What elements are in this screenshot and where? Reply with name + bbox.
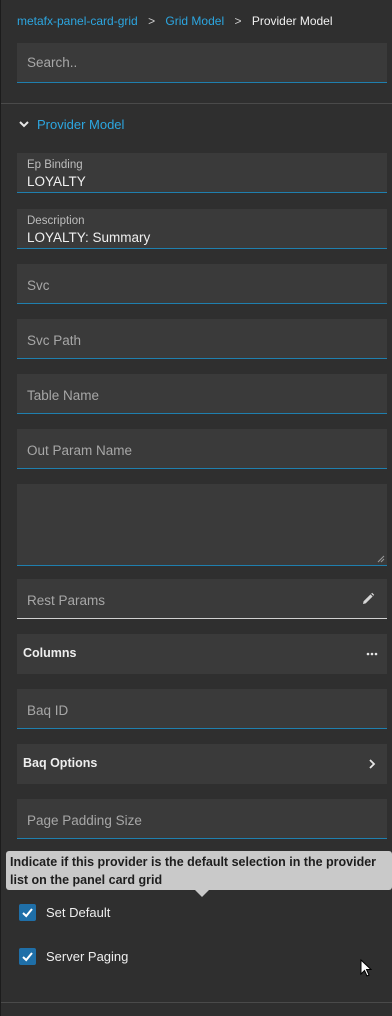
section-title: Provider Model	[37, 116, 125, 132]
breadcrumb-current: Provider Model	[251, 14, 333, 28]
svc-field	[17, 264, 387, 304]
out-param-name-field	[17, 429, 387, 469]
svc-path-field	[17, 319, 387, 359]
checkmark-icon	[22, 951, 33, 961]
breadcrumb-link-metafx-panel-card-grid[interactable]: metafx-panel-card-grid	[17, 14, 138, 28]
baq-id-input[interactable]	[27, 703, 377, 718]
mouse-cursor-icon	[360, 959, 373, 977]
ep-binding-label: Ep Binding	[27, 159, 83, 171]
baq-options-row[interactable]: Baq Options	[17, 744, 387, 784]
properties-panel: metafx-panel-card-grid > Grid Model > Pr…	[0, 0, 392, 1016]
tooltip: Indicate if this provider is the default…	[6, 851, 392, 890]
search-field	[17, 43, 387, 83]
page-padding-size-field	[17, 799, 387, 839]
breadcrumb: metafx-panel-card-grid > Grid Model > Pr…	[17, 14, 333, 28]
page-padding-size-input[interactable]	[27, 813, 377, 828]
columns-row[interactable]: Columns	[17, 634, 387, 674]
baq-options-label: Baq Options	[23, 756, 98, 770]
ep-binding-field[interactable]: Ep Binding LOYALTY	[17, 153, 387, 193]
table-name-field	[17, 374, 387, 414]
text-area[interactable]	[17, 484, 387, 566]
tooltip-arrow	[195, 890, 209, 897]
resize-grip-icon[interactable]	[377, 555, 385, 563]
section-header-provider-model[interactable]: Provider Model	[17, 115, 124, 133]
ep-binding-value: LOYALTY	[27, 174, 86, 189]
chevron-right-icon	[369, 759, 376, 769]
pencil-icon[interactable]	[361, 592, 375, 606]
set-default-label: Set Default	[46, 904, 111, 920]
out-param-name-input[interactable]	[27, 443, 377, 458]
description-value: LOYALTY: Summary	[27, 230, 151, 245]
chevron-down-icon	[19, 121, 29, 128]
set-default-checkbox[interactable]: Set Default	[19, 903, 110, 921]
bottom-divider	[1, 1002, 392, 1003]
checkbox-box[interactable]	[19, 903, 36, 921]
rest-params-field	[17, 579, 387, 619]
more-horizontal-icon[interactable]	[365, 647, 379, 661]
breadcrumb-separator: >	[148, 14, 156, 28]
server-paging-checkbox[interactable]: Server Paging	[19, 947, 128, 965]
columns-label: Columns	[23, 646, 77, 660]
divider	[1, 103, 392, 104]
description-label: Description	[27, 215, 85, 227]
server-paging-label: Server Paging	[46, 948, 129, 964]
svc-input[interactable]	[27, 278, 377, 293]
breadcrumb-link-grid-model[interactable]: Grid Model	[165, 14, 224, 28]
breadcrumb-separator: >	[234, 14, 242, 28]
rest-params-input[interactable]	[27, 593, 353, 608]
description-field[interactable]: Description LOYALTY: Summary	[17, 209, 387, 249]
svc-path-input[interactable]	[27, 333, 377, 348]
checkmark-icon	[22, 907, 33, 917]
search-input[interactable]	[27, 55, 377, 70]
checkbox-box[interactable]	[19, 947, 36, 965]
table-name-input[interactable]	[27, 388, 377, 403]
baq-id-field	[17, 689, 387, 729]
